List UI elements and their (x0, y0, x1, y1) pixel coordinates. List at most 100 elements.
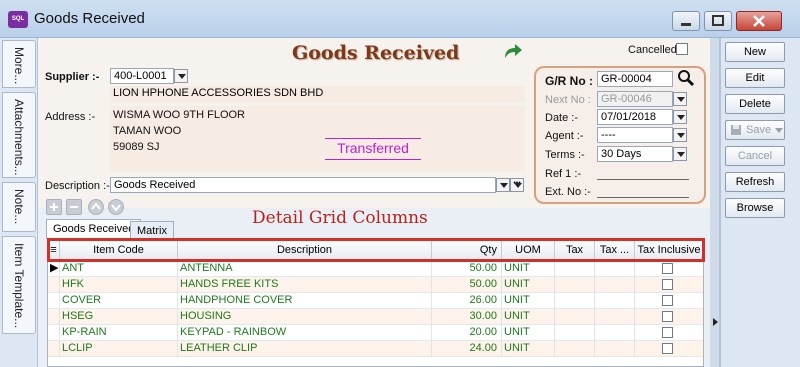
table-cell[interactable]: LEATHER CLIP (178, 341, 432, 357)
side-tab-item-template[interactable]: Item Template... (2, 236, 36, 334)
table-cell[interactable] (555, 277, 595, 293)
table-cell[interactable]: HOUSING (178, 309, 432, 325)
table-cell[interactable]: UNIT (502, 277, 555, 293)
table-cell[interactable] (595, 293, 635, 309)
address-line: 59089 SJ (113, 141, 160, 153)
supplier-name-field[interactable]: LION HPHONE ACCESSORIES SDN BHD (110, 86, 525, 102)
annotation-label: Detail Grid Columns (252, 208, 428, 228)
move-down-icon[interactable] (108, 199, 124, 215)
close-button[interactable] (736, 11, 782, 31)
table-cell[interactable]: COVER (60, 293, 178, 309)
table-cell[interactable] (595, 341, 635, 357)
side-tab-more[interactable]: More... (2, 40, 36, 88)
row-indicator[interactable] (48, 325, 60, 341)
tab-goods-received[interactable]: Goods Received (46, 219, 142, 239)
table-cell[interactable]: 20.00 (432, 325, 502, 341)
table-cell[interactable]: ANTENNA (178, 261, 432, 277)
tax-inclusive-checkbox[interactable] (662, 311, 673, 322)
description-field[interactable]: Goods Received (110, 177, 496, 193)
table-cell[interactable] (595, 261, 635, 277)
supplier-dropdown-icon[interactable] (174, 69, 188, 83)
delete-button[interactable]: Delete (725, 94, 785, 114)
table-cell[interactable]: KP-RAIN (60, 325, 178, 341)
table-row[interactable]: HSEG HOUSING 30.00 UNIT (48, 309, 703, 325)
table-cell[interactable] (555, 325, 595, 341)
address-box[interactable]: WISMA WOO 9TH FLOOR TAMAN WOO 59089 SJ (110, 106, 525, 172)
table-cell[interactable] (595, 277, 635, 293)
table-row[interactable]: HFK HANDS FREE KITS 50.00 UNIT (48, 277, 703, 293)
terms-field[interactable]: 30 Days (597, 146, 673, 162)
table-cell[interactable] (595, 309, 635, 325)
table-cell[interactable]: LCLIP (60, 341, 178, 357)
table-cell[interactable]: HSEG (60, 309, 178, 325)
tax-inclusive-checkbox[interactable] (662, 279, 673, 290)
side-tab-attachments[interactable]: Attachments... (2, 92, 36, 178)
tab-matrix[interactable]: Matrix (130, 221, 174, 239)
table-cell[interactable] (555, 309, 595, 325)
next-no-label: Next No : (545, 94, 591, 106)
row-indicator[interactable] (48, 341, 60, 357)
side-tab-label: Item Template... (12, 243, 26, 329)
minimize-button[interactable] (672, 11, 700, 31)
table-cell[interactable]: UNIT (502, 341, 555, 357)
add-row-icon[interactable] (46, 199, 62, 215)
maximize-button[interactable] (704, 11, 732, 31)
row-indicator[interactable]: ▶ (48, 261, 60, 277)
table-cell[interactable]: 30.00 (432, 309, 502, 325)
table-cell[interactable] (595, 325, 635, 341)
ref1-field[interactable] (597, 166, 689, 180)
terms-dropdown-icon[interactable] (673, 147, 687, 161)
remove-row-icon[interactable] (66, 199, 82, 215)
description-dropdown-icon[interactable] (496, 178, 510, 192)
gr-no-field[interactable]: GR-00004 (597, 71, 673, 87)
browse-button[interactable]: Browse (725, 198, 785, 218)
table-cell[interactable]: ANT (60, 261, 178, 277)
table-cell[interactable] (555, 293, 595, 309)
table-cell[interactable]: UNIT (502, 293, 555, 309)
agent-dropdown-icon[interactable] (673, 128, 687, 142)
move-up-icon[interactable] (88, 199, 104, 215)
table-row[interactable]: COVER HANDPHONE COVER 26.00 UNIT (48, 293, 703, 309)
table-row[interactable]: KP-RAIN KEYPAD - RAINBOW 20.00 UNIT (48, 325, 703, 341)
tax-inclusive-checkbox[interactable] (662, 343, 673, 354)
table-row[interactable]: ▶ ANT ANTENNA 50.00 UNIT (48, 261, 703, 277)
tax-inclusive-checkbox[interactable] (662, 263, 673, 274)
highlight-box (47, 238, 705, 262)
row-indicator[interactable] (48, 277, 60, 293)
table-cell[interactable]: 50.00 (432, 261, 502, 277)
table-cell[interactable]: 26.00 (432, 293, 502, 309)
table-cell[interactable]: KEYPAD - RAINBOW (178, 325, 432, 341)
description-more-button[interactable]: ••• (510, 178, 524, 192)
table-cell[interactable]: HANDS FREE KITS (178, 277, 432, 293)
agent-field[interactable]: ---- (597, 127, 673, 143)
table-cell[interactable]: HANDPHONE COVER (178, 293, 432, 309)
table-cell[interactable]: UNIT (502, 261, 555, 277)
chevron-right-icon[interactable] (712, 317, 720, 327)
share-icon[interactable] (502, 42, 524, 60)
search-icon[interactable] (677, 69, 695, 87)
side-tab-note[interactable]: Note... (2, 182, 36, 232)
cancelled-checkbox[interactable] (676, 43, 688, 55)
new-button[interactable]: New (725, 42, 785, 62)
table-row[interactable]: LCLIP LEATHER CLIP 24.00 UNIT (48, 341, 703, 357)
date-field[interactable]: 07/01/2018 (597, 109, 673, 125)
table-cell[interactable]: HFK (60, 277, 178, 293)
save-button[interactable]: Save (725, 120, 785, 140)
table-cell[interactable] (555, 341, 595, 357)
table-cell[interactable]: 24.00 (432, 341, 502, 357)
table-cell[interactable] (555, 261, 595, 277)
tax-inclusive-checkbox[interactable] (662, 327, 673, 338)
supplier-code-field[interactable]: 400-L0001 (110, 68, 174, 84)
table-cell[interactable]: UNIT (502, 325, 555, 341)
table-cell[interactable]: UNIT (502, 309, 555, 325)
cancel-button[interactable]: Cancel (725, 146, 785, 166)
tax-inclusive-checkbox[interactable] (662, 295, 673, 306)
refresh-button[interactable]: Refresh (725, 172, 785, 192)
row-indicator[interactable] (48, 309, 60, 325)
table-cell[interactable]: 50.00 (432, 277, 502, 293)
row-indicator[interactable] (48, 293, 60, 309)
ext-no-field[interactable] (597, 184, 689, 198)
next-no-dropdown-icon[interactable] (673, 92, 687, 106)
edit-button[interactable]: Edit (725, 68, 785, 88)
date-dropdown-icon[interactable] (673, 110, 687, 124)
